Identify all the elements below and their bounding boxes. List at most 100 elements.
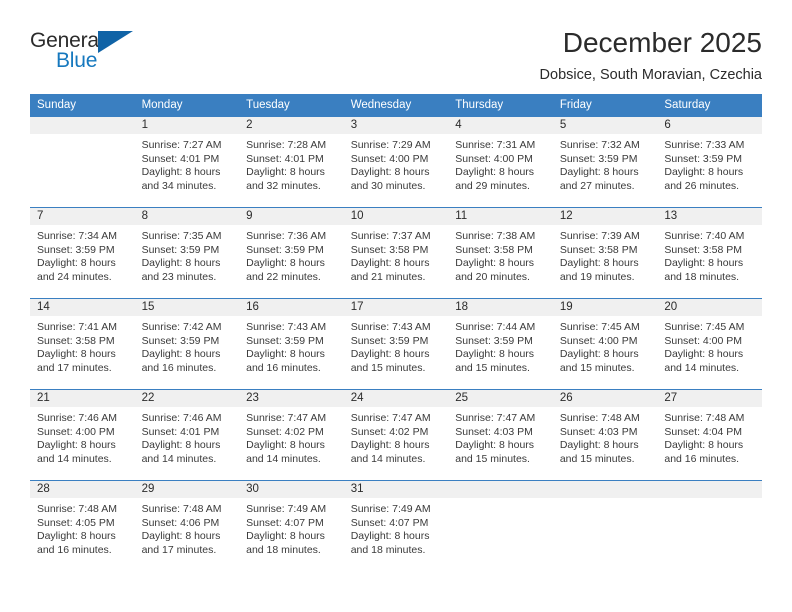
day-number: 25 — [448, 390, 553, 407]
daylight-duration-line1: Daylight: 8 hours — [664, 348, 744, 361]
daylight-duration-line1: Daylight: 8 hours — [350, 166, 430, 179]
calendar-page: General Blue December 2025 Dobsice, Sout… — [0, 0, 792, 612]
day-cell[interactable]: 16 Sunrise: 7:43 AM Sunset: 3:59 PM Dayligh… — [239, 298, 344, 390]
day-number: 4 — [448, 117, 553, 134]
sunrise-time: Sunrise: 7:46 AM — [37, 412, 117, 424]
day-cell-content: 28 Sunrise: 7:48 AM Sunset: 4:05 PM Dayligh… — [30, 481, 135, 571]
day-sun-details: Sunrise: 7:35 AM Sunset: 3:59 PM Daylight:… — [135, 225, 240, 284]
day-number — [657, 481, 762, 498]
sunset-time: Sunset: 3:59 PM — [455, 334, 533, 347]
day-cell[interactable]: 2 Sunrise: 7:28 AM Sunset: 4:01 PM Daylight… — [239, 117, 344, 208]
daylight-duration-line1: Daylight: 8 hours — [246, 257, 325, 270]
title-block: December 2025 Dobsice, South Moravian, C… — [540, 27, 762, 84]
page-header: General Blue December 2025 Dobsice, Sout… — [30, 0, 762, 83]
day-cell[interactable]: 26 Sunrise: 7:48 AM Sunset: 4:03 PM Dayligh… — [552, 389, 658, 481]
day-number — [552, 481, 658, 498]
day-cell[interactable]: 14 Sunrise: 7:41 AM Sunset: 3:58 PM Dayligh… — [30, 298, 135, 390]
weekday-header-monday: Monday — [134, 94, 240, 117]
day-cell[interactable]: 24 Sunrise: 7:47 AM Sunset: 4:02 PM Dayligh… — [343, 389, 449, 481]
day-cell[interactable]: 28 Sunrise: 7:48 AM Sunset: 4:05 PM Dayligh… — [30, 480, 135, 571]
daylight-duration-line2: and 24 minutes. — [37, 270, 112, 283]
day-sun-details: Sunrise: 7:47 AM Sunset: 4:03 PM Daylight:… — [448, 407, 553, 466]
day-cell-content: 6 Sunrise: 7:33 AM Sunset: 3:59 PM Daylight… — [657, 117, 762, 207]
sunset-time: Sunset: 3:59 PM — [141, 243, 220, 256]
day-number: 26 — [552, 390, 658, 407]
day-cell[interactable]: 31 Sunrise: 7:49 AM Sunset: 4:07 PM Dayligh… — [343, 480, 449, 571]
sunset-time: Sunset: 4:00 PM — [37, 425, 115, 438]
day-cell[interactable]: 18 Sunrise: 7:44 AM Sunset: 3:59 PM Dayligh… — [448, 298, 553, 390]
sunrise-time: Sunrise: 7:43 AM — [246, 321, 327, 333]
day-cell[interactable]: 9 Sunrise: 7:36 AM Sunset: 3:59 PM Daylight… — [239, 207, 344, 299]
day-cell[interactable]: 1 Sunrise: 7:27 AM Sunset: 4:01 PM Daylight… — [134, 117, 240, 208]
day-cell[interactable]: 4 Sunrise: 7:31 AM Sunset: 4:00 PM Daylight… — [448, 117, 553, 208]
sunrise-time: Sunrise: 7:32 AM — [559, 139, 640, 151]
day-cell-content: 29 Sunrise: 7:48 AM Sunset: 4:06 PM Dayligh… — [134, 481, 240, 571]
daylight-duration-line2: and 16 minutes. — [141, 361, 217, 374]
day-cell[interactable]: 23 Sunrise: 7:47 AM Sunset: 4:02 PM Dayligh… — [239, 389, 344, 481]
sunrise-time: Sunrise: 7:48 AM — [141, 503, 222, 515]
day-number: 11 — [448, 208, 553, 225]
sunrise-time: Sunrise: 7:41 AM — [37, 321, 117, 333]
day-cell[interactable]: 13 Sunrise: 7:40 AM Sunset: 3:58 PM Dayligh… — [657, 207, 762, 299]
sunrise-time: Sunrise: 7:44 AM — [455, 321, 536, 333]
daylight-duration-line2: and 27 minutes. — [559, 179, 635, 192]
day-cell[interactable]: 22 Sunrise: 7:46 AM Sunset: 4:01 PM Dayligh… — [134, 389, 240, 481]
sunset-time: Sunset: 3:58 PM — [455, 243, 533, 256]
daylight-duration-line1: Daylight: 8 hours — [664, 166, 744, 179]
daylight-duration-line1: Daylight: 8 hours — [350, 348, 430, 361]
sunset-time: Sunset: 4:04 PM — [664, 425, 743, 438]
day-cell[interactable]: 12 Sunrise: 7:39 AM Sunset: 3:58 PM Dayligh… — [552, 207, 658, 299]
sunset-time: Sunset: 3:58 PM — [664, 243, 743, 256]
sunrise-time: Sunrise: 7:48 AM — [664, 412, 745, 424]
day-cell[interactable]: 8 Sunrise: 7:35 AM Sunset: 3:59 PM Daylight… — [134, 207, 240, 299]
day-cell[interactable]: 20 Sunrise: 7:45 AM Sunset: 4:00 PM Dayligh… — [657, 298, 762, 390]
day-cell-content: 17 Sunrise: 7:43 AM Sunset: 3:59 PM Dayligh… — [343, 299, 449, 389]
daylight-duration-line1: Daylight: 8 hours — [350, 257, 430, 270]
day-sun-details: Sunrise: 7:48 AM Sunset: 4:03 PM Daylight:… — [553, 407, 658, 466]
weekday-header-sunday: Sunday — [30, 94, 135, 117]
general-blue-logo[interactable]: General Blue — [30, 28, 145, 74]
day-cell[interactable]: 21 Sunrise: 7:46 AM Sunset: 4:00 PM Dayligh… — [30, 389, 135, 481]
day-cell[interactable]: 3 Sunrise: 7:29 AM Sunset: 4:00 PM Daylight… — [343, 117, 449, 208]
day-number: 23 — [239, 390, 344, 407]
day-number: 24 — [343, 390, 449, 407]
day-cell-content: 20 Sunrise: 7:45 AM Sunset: 4:00 PM Dayligh… — [657, 299, 762, 389]
day-cell-content: 10 Sunrise: 7:37 AM Sunset: 3:58 PM Dayligh… — [343, 208, 449, 298]
day-sun-details: Sunrise: 7:47 AM Sunset: 4:02 PM Daylight:… — [239, 407, 344, 466]
day-cell[interactable]: 29 Sunrise: 7:48 AM Sunset: 4:06 PM Dayligh… — [134, 480, 240, 571]
day-cell[interactable]: 7 Sunrise: 7:34 AM Sunset: 3:59 PM Daylight… — [30, 207, 135, 299]
day-cell-content — [30, 117, 135, 207]
day-cell[interactable]: 17 Sunrise: 7:43 AM Sunset: 3:59 PM Dayligh… — [343, 298, 449, 390]
day-number: 18 — [448, 299, 553, 316]
day-cell[interactable]: 27 Sunrise: 7:48 AM Sunset: 4:04 PM Dayligh… — [657, 389, 762, 481]
day-number — [30, 117, 135, 134]
day-cell[interactable]: 5 Sunrise: 7:32 AM Sunset: 3:59 PM Daylight… — [552, 117, 658, 208]
daylight-duration-line1: Daylight: 8 hours — [559, 166, 639, 179]
sunrise-time: Sunrise: 7:45 AM — [664, 321, 745, 333]
day-sun-details: Sunrise: 7:48 AM Sunset: 4:06 PM Daylight:… — [135, 498, 240, 557]
day-cell[interactable]: 6 Sunrise: 7:33 AM Sunset: 3:59 PM Daylight… — [657, 117, 762, 208]
day-cell[interactable]: 30 Sunrise: 7:49 AM Sunset: 4:07 PM Dayligh… — [239, 480, 344, 571]
day-cell-content: 4 Sunrise: 7:31 AM Sunset: 4:00 PM Daylight… — [448, 117, 553, 207]
day-sun-details: Sunrise: 7:48 AM Sunset: 4:05 PM Daylight:… — [30, 498, 135, 557]
sunset-time: Sunset: 4:05 PM — [37, 516, 115, 529]
day-cell[interactable]: 15 Sunrise: 7:42 AM Sunset: 3:59 PM Dayligh… — [134, 298, 240, 390]
sunset-time: Sunset: 4:00 PM — [455, 152, 533, 165]
sunrise-sunset-calendar: Sunday Monday Tuesday Wednesday Thursday Frid… — [30, 94, 762, 571]
calendar-week-row: 1 Sunrise: 7:27 AM Sunset: 4:01 PM Daylight… — [30, 117, 762, 208]
day-sun-details: Sunrise: 7:42 AM Sunset: 3:59 PM Daylight:… — [135, 316, 240, 375]
day-cell-content: 18 Sunrise: 7:44 AM Sunset: 3:59 PM Dayligh… — [448, 299, 553, 389]
day-number: 13 — [657, 208, 762, 225]
day-cell[interactable]: 11 Sunrise: 7:38 AM Sunset: 3:58 PM Dayligh… — [448, 207, 553, 299]
daylight-duration-line2: and 14 minutes. — [141, 452, 217, 465]
daylight-duration-line1: Daylight: 8 hours — [350, 530, 430, 543]
day-cell[interactable]: 25 Sunrise: 7:47 AM Sunset: 4:03 PM Dayligh… — [448, 389, 553, 481]
sunrise-time: Sunrise: 7:27 AM — [141, 139, 222, 151]
daylight-duration-line1: Daylight: 8 hours — [455, 166, 535, 179]
day-cell[interactable]: 19 Sunrise: 7:45 AM Sunset: 4:00 PM Dayligh… — [552, 298, 658, 390]
daylight-duration-line1: Daylight: 8 hours — [455, 348, 535, 361]
day-cell[interactable]: 10 Sunrise: 7:37 AM Sunset: 3:58 PM Dayligh… — [343, 207, 449, 299]
sunset-time: Sunset: 3:59 PM — [559, 152, 638, 165]
day-sun-details: Sunrise: 7:32 AM Sunset: 3:59 PM Daylight:… — [553, 134, 658, 193]
daylight-duration-line2: and 15 minutes. — [559, 452, 635, 465]
